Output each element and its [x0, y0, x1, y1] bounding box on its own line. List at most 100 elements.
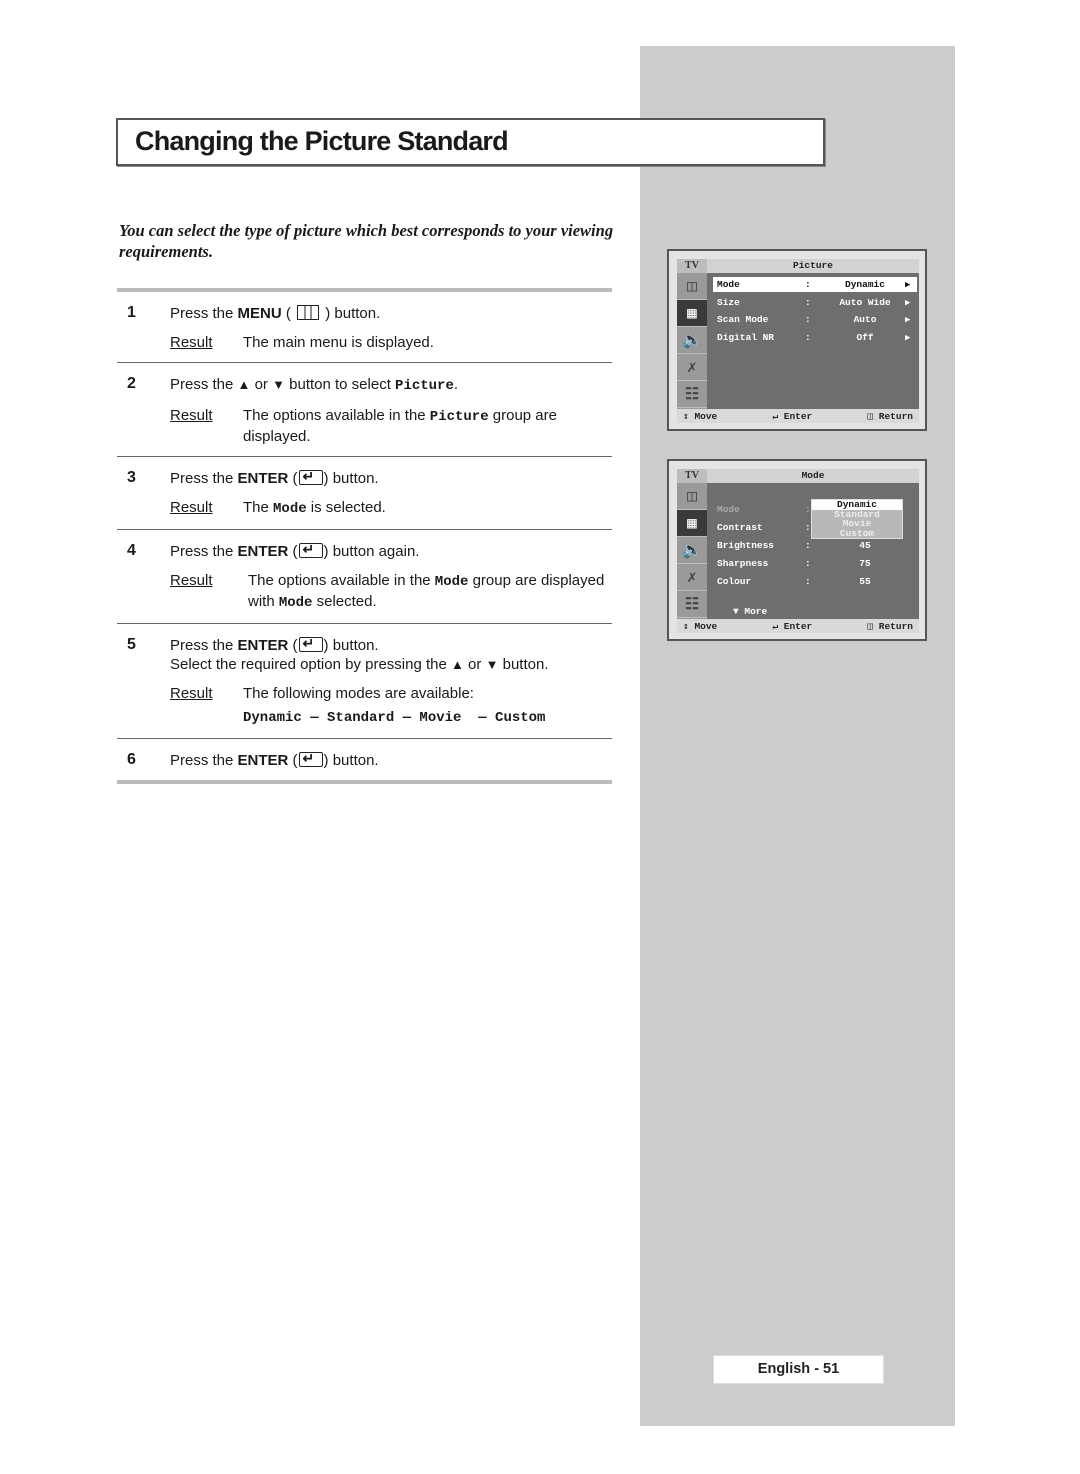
osd-row-label: Digital NR — [717, 332, 775, 343]
picture-icon: ▦ — [677, 510, 707, 537]
footer-move-label: Move — [694, 410, 718, 422]
modes-list: Dynamic — Standard — Movie — Custom — [243, 710, 546, 726]
setup-sliders-icon: ☷ — [677, 591, 707, 618]
result-label: Result — [170, 407, 213, 424]
osd-row-value: Off — [856, 332, 874, 343]
down-arrow-icon: ▼ — [272, 377, 285, 392]
osd-row-colon: : — [805, 576, 811, 587]
step-text: or — [463, 656, 486, 673]
osd-footer: ⇕ Move ↵ Enter ◫ Return — [677, 619, 919, 633]
arrow-right-icon: ▶ — [905, 314, 911, 325]
step-number: 5 — [127, 636, 136, 653]
result-label: Result — [170, 685, 213, 702]
key-name: ENTER — [237, 470, 289, 487]
setup-sliders-icon: ☷ — [677, 381, 707, 408]
dropdown-option-custom[interactable]: Custom — [812, 528, 902, 539]
osd-row-value: Auto Wide — [839, 297, 891, 308]
footer-enter-label: Enter — [783, 620, 813, 632]
key-name: ENTER — [237, 637, 289, 654]
step-3: 3 Press the ENTER () button. ResultThe M… — [117, 457, 612, 530]
key-name: MENU — [237, 305, 282, 322]
result-text: The options available in the Mode group … — [248, 571, 612, 613]
step-text: button. — [330, 305, 381, 322]
page-number: English - 51 — [713, 1355, 884, 1384]
result-part: The options available in the — [243, 407, 430, 424]
osd-row-colon: : — [805, 279, 811, 290]
channel-antenna-icon: ✗ — [677, 354, 707, 381]
step-5: 5 Press the ENTER () button. Select the … — [117, 624, 612, 739]
osd-row-size[interactable]: Size: Auto Wide ▶ — [713, 295, 917, 310]
osd-row-label: Mode — [717, 279, 740, 290]
result-label: Result — [170, 334, 213, 351]
enter-icon: ↵ — [772, 410, 779, 422]
osd-row-label: Colour — [717, 576, 752, 587]
footer-enter: ↵ Enter — [772, 621, 812, 632]
step-1: 1 Press the MENU ( ) button. Result The m… — [117, 292, 612, 363]
osd-row-colon: : — [805, 540, 811, 551]
input-icon: ◫ — [677, 483, 707, 510]
enter-icon — [298, 540, 323, 559]
result-part: selected. — [312, 593, 377, 610]
osd-category-icons: ◫ ▦ 🔈 ✗ ☷ — [677, 273, 707, 409]
osd-row-value: 55 — [859, 576, 871, 587]
step-text: Press the — [170, 376, 238, 393]
up-arrow-icon: ▲ — [451, 657, 464, 672]
osd-row-colour[interactable]: Colour: 55 — [713, 574, 917, 589]
input-icon: ◫ — [677, 273, 707, 300]
updown-icon: ⇕ — [683, 410, 689, 422]
step-6: 6 Press the ENTER () button. — [117, 739, 612, 780]
result-part: The options available in the — [248, 572, 435, 589]
menu-icon: ◫ — [867, 620, 874, 632]
osd-picture-menu: TV Picture ◫ ▦ 🔈 ✗ ☷ Mode: Dynamic ▶ Size:… — [667, 249, 927, 431]
step-text: or — [250, 376, 273, 393]
enter-icon: ↵ — [772, 620, 779, 632]
osd-header: Picture — [707, 259, 919, 273]
sound-icon: 🔈 — [677, 327, 707, 354]
step-text: Press the — [170, 305, 238, 322]
step-4: 4 Press the ENTER () button again. Resul… — [117, 530, 612, 624]
osd-row-sharpness[interactable]: Sharpness: 75 — [713, 556, 917, 571]
steps-list: 1 Press the MENU ( ) button. Result The m… — [117, 288, 612, 784]
osd-row-label: Scan Mode — [717, 314, 769, 325]
enter-icon — [298, 749, 323, 768]
osd-tv-label: TV — [677, 259, 707, 273]
more-indicator[interactable]: ▼ More — [733, 606, 767, 617]
mode-dropdown[interactable]: Dynamic Standard Movie Custom — [811, 499, 903, 539]
step-text: Press the — [170, 637, 238, 654]
arrow-right-icon: ▶ — [905, 332, 911, 343]
osd-row-label: Size — [717, 297, 740, 308]
result-text: The main menu is displayed. — [243, 334, 434, 351]
footer-return: ◫ Return — [867, 621, 913, 632]
step-text: Select the required option by pressing t… — [170, 656, 452, 673]
osd-row-mode[interactable]: Mode: Dynamic ▶ — [713, 277, 917, 292]
osd-row-scan-mode[interactable]: Scan Mode: Auto ▶ — [713, 312, 917, 327]
down-arrow-icon: ▼ — [485, 657, 499, 672]
step-number: 3 — [127, 469, 136, 486]
channel-antenna-icon: ✗ — [677, 564, 707, 591]
osd-row-digital-nr[interactable]: Digital NR: Off ▶ — [713, 330, 917, 345]
footer-return-label: Return — [878, 620, 913, 632]
step-number: 2 — [127, 375, 136, 392]
footer-return-label: Return — [878, 410, 913, 422]
osd-row-value: Dynamic — [845, 279, 885, 290]
osd-row-label: Sharpness — [717, 558, 769, 569]
osd-row-value: Auto — [853, 314, 877, 325]
osd-row-brightness[interactable]: Brightness: 45 — [713, 538, 917, 553]
result-text: The options available in the Picture gro… — [243, 406, 612, 446]
osd-header: Mode — [707, 469, 919, 483]
menu-icon: ◫ — [867, 410, 874, 422]
more-label: More — [744, 606, 768, 617]
page-title: Changing the Picture Standard — [135, 126, 509, 156]
step-2: 2 Press the ▲ or ▼ button to select Pict… — [117, 363, 612, 457]
step-text: . — [453, 376, 459, 393]
step-number: 4 — [127, 542, 136, 559]
code-term: Picture — [429, 409, 489, 425]
step-text: button. — [328, 752, 379, 769]
enter-icon — [298, 467, 323, 486]
osd-row-colon: : — [805, 314, 811, 325]
result-text: The Mode is selected. — [243, 498, 612, 519]
enter-icon — [298, 634, 323, 653]
osd-mode-menu: TV Mode ◫ ▦ 🔈 ✗ ☷ Mode: Contrast: Bright… — [667, 459, 927, 641]
result-label: Result — [170, 572, 213, 589]
step-text: Press the — [170, 543, 238, 560]
